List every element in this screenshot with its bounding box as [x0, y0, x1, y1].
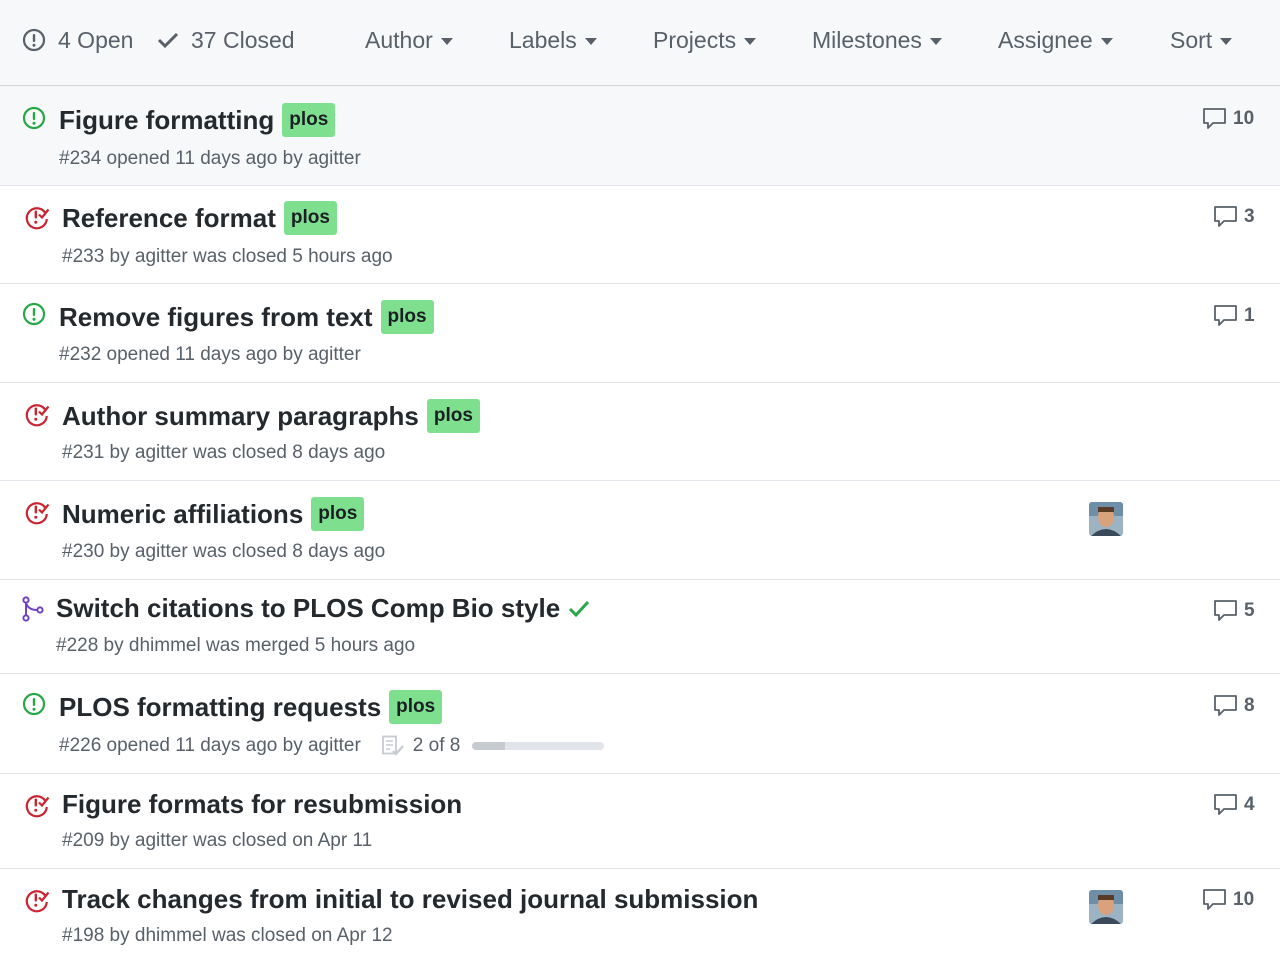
sort-label: Sort: [1170, 26, 1213, 53]
issue-row[interactable]: Remove figures from text plos #232 opene…: [0, 284, 1280, 383]
assignee-avatar[interactable]: [1089, 502, 1123, 536]
milestones-dropdown[interactable]: Milestones: [812, 26, 942, 54]
labels-label: Labels: [509, 26, 577, 53]
label-badge[interactable]: plos: [389, 690, 443, 724]
comment-icon: [1214, 695, 1237, 716]
comments-link[interactable]: 10: [1202, 888, 1254, 912]
issue-opened-icon: [22, 106, 46, 130]
projects-label: Projects: [653, 26, 737, 53]
label-badge[interactable]: plos: [380, 300, 434, 334]
assignee-avatar[interactable]: [1089, 890, 1123, 924]
issue-closed-icon: [25, 502, 50, 525]
comment-icon: [1214, 600, 1237, 621]
closed-count-label: 37 Closed: [191, 26, 295, 53]
projects-dropdown[interactable]: Projects: [653, 26, 757, 54]
task-progress: 2 of 8: [381, 735, 605, 757]
issue-closed-icon: [25, 795, 50, 818]
issue-title-link[interactable]: Author summary paragraphs: [62, 401, 419, 432]
issue-meta: #198 by dhimmel was closed on Apr 12: [62, 925, 393, 946]
assignee-dropdown[interactable]: Assignee: [998, 26, 1113, 54]
issue-meta: #228 by dhimmel was merged 5 hours ago: [56, 635, 416, 656]
comment-count: 10: [1233, 108, 1255, 129]
label-badge[interactable]: plos: [283, 201, 337, 235]
issue-meta: #232 opened 11 days ago by agitter: [59, 344, 361, 365]
comments-link[interactable]: 10: [1202, 107, 1254, 131]
issue-row[interactable]: Track changes from initial to revised jo…: [0, 869, 1280, 960]
comments-link[interactable]: 3: [1213, 205, 1255, 229]
issue-title-link[interactable]: Switch citations to PLOS Comp Bio style: [56, 593, 560, 624]
task-progress-fill: [472, 742, 506, 750]
issue-title-link[interactable]: Reference format: [62, 203, 276, 234]
issue-title-link[interactable]: Numeric affiliations: [62, 499, 303, 530]
task-count: 2 of 8: [412, 735, 461, 756]
issue-row[interactable]: Switch citations to PLOS Comp Bio style …: [0, 580, 1280, 674]
merge-icon: [22, 596, 44, 622]
issue-meta: #231 by agitter was closed 8 days ago: [62, 442, 386, 463]
issue-opened-icon: [22, 28, 46, 52]
caret-down-icon: [929, 38, 942, 45]
assignee-label: Assignee: [998, 26, 1093, 53]
avatar-image: [1089, 502, 1123, 536]
issue-meta: #233 by agitter was closed 5 hours ago: [62, 246, 393, 267]
author-dropdown[interactable]: Author: [365, 26, 453, 54]
task-progress-bar: [472, 742, 605, 750]
open-count-label: 4 Open: [58, 26, 134, 53]
comment-icon: [1214, 305, 1237, 326]
issue-row[interactable]: Reference format plos #233 by agitter wa…: [0, 186, 1280, 284]
caret-down-icon: [440, 38, 453, 45]
author-label: Author: [365, 26, 433, 53]
comments-link[interactable]: 1: [1213, 304, 1255, 328]
issue-meta-line: #226 opened 11 days ago by agitter 2 of …: [59, 735, 605, 757]
caret-down-icon: [1100, 38, 1113, 45]
label-badge[interactable]: plos: [311, 497, 365, 531]
label-badge[interactable]: plos: [282, 103, 336, 137]
comment-count: 10: [1233, 889, 1255, 910]
comments-link[interactable]: 5: [1213, 599, 1255, 623]
check-icon: [569, 600, 590, 617]
issue-meta: #230 by agitter was closed 8 days ago: [62, 541, 386, 562]
issue-opened-icon: [22, 692, 46, 716]
comment-count: 4: [1244, 794, 1255, 815]
issue-title-link[interactable]: Figure formats for resubmission: [62, 789, 462, 820]
comment-icon: [1203, 108, 1226, 129]
checklist-icon: [381, 735, 404, 756]
issue-meta: #226 opened 11 days ago by agitter: [59, 735, 361, 756]
issue-title-link[interactable]: Remove figures from text: [59, 302, 373, 333]
issue-closed-icon: [25, 890, 50, 913]
comment-count: 8: [1244, 695, 1255, 716]
labels-dropdown[interactable]: Labels: [509, 26, 597, 54]
comment-icon: [1203, 889, 1226, 910]
avatar-image: [1089, 890, 1123, 924]
comments-link[interactable]: 8: [1213, 694, 1255, 718]
issue-row[interactable]: Author summary paragraphs plos #231 by a…: [0, 383, 1280, 481]
comment-icon: [1214, 794, 1237, 815]
issue-row[interactable]: Figure formats for resubmission #209 by …: [0, 774, 1280, 869]
comment-icon: [1214, 206, 1237, 227]
caret-down-icon: [744, 38, 757, 45]
issues-header: 4 Open 37 Closed Author Labels Projects …: [0, 0, 1280, 86]
issue-row[interactable]: Numeric affiliations plos #230 by agitte…: [0, 481, 1280, 580]
caret-down-icon: [1220, 38, 1233, 45]
comments-link[interactable]: 4: [1213, 793, 1255, 817]
issue-closed-icon: [25, 207, 50, 230]
issue-meta: #234 opened 11 days ago by agitter: [59, 148, 361, 169]
label-badge[interactable]: plos: [426, 399, 480, 433]
comment-count: 3: [1244, 206, 1255, 227]
sort-dropdown[interactable]: Sort: [1170, 26, 1233, 54]
comment-count: 5: [1244, 600, 1255, 621]
caret-down-icon: [584, 38, 597, 45]
issue-title-link[interactable]: PLOS formatting requests: [59, 692, 381, 723]
issue-row[interactable]: PLOS formatting requests plos #226 opene…: [0, 674, 1280, 774]
issue-closed-icon: [25, 404, 50, 427]
issue-meta: #209 by agitter was closed on Apr 11: [62, 830, 373, 851]
issue-title-link[interactable]: Figure formatting: [59, 105, 274, 136]
open-filter[interactable]: 4 Open: [22, 26, 133, 54]
issue-row[interactable]: Figure formatting plos #234 opened 11 da…: [0, 86, 1280, 186]
comment-count: 1: [1244, 305, 1255, 326]
check-icon: [157, 32, 179, 49]
closed-filter[interactable]: 37 Closed: [157, 26, 295, 54]
issue-title-link[interactable]: Track changes from initial to revised jo…: [62, 884, 758, 915]
issue-opened-icon: [22, 302, 46, 326]
milestones-label: Milestones: [812, 26, 922, 53]
